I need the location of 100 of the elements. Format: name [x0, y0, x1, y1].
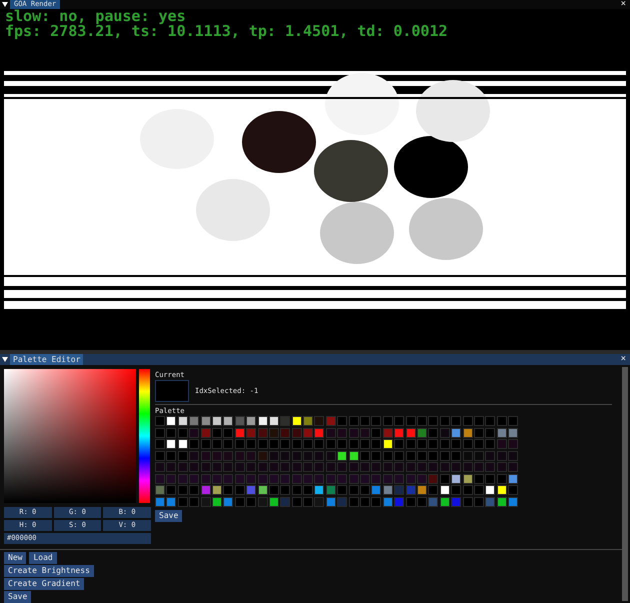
- palette-swatch[interactable]: [440, 474, 450, 484]
- palette-swatch[interactable]: [212, 474, 222, 484]
- palette-swatch[interactable]: [440, 485, 450, 495]
- collapse-icon[interactable]: [2, 2, 8, 7]
- palette-swatch[interactable]: [348, 474, 359, 484]
- button[interactable]: Save: [155, 510, 182, 522]
- palette-swatch[interactable]: [268, 450, 279, 460]
- palette-swatch[interactable]: [326, 439, 336, 449]
- palette-swatch[interactable]: [348, 485, 359, 495]
- palette-swatch[interactable]: [406, 474, 416, 484]
- palette-swatch[interactable]: [189, 439, 200, 449]
- palette-swatch[interactable]: [292, 428, 302, 438]
- palette-swatch[interactable]: [166, 450, 176, 460]
- palette-swatch[interactable]: [440, 462, 450, 472]
- palette-swatch[interactable]: [280, 474, 290, 484]
- palette-swatch[interactable]: [474, 416, 484, 426]
- palette-swatch[interactable]: [200, 462, 211, 472]
- palette-swatch[interactable]: [462, 474, 473, 484]
- palette-swatch[interactable]: [508, 416, 518, 426]
- palette-swatch[interactable]: [406, 462, 416, 472]
- palette-swatch[interactable]: [508, 474, 518, 484]
- palette-swatch[interactable]: [462, 485, 473, 495]
- palette-swatch[interactable]: [258, 462, 268, 472]
- palette-swatch[interactable]: [462, 428, 473, 438]
- palette-swatch[interactable]: [440, 428, 450, 438]
- button[interactable]: New: [4, 552, 26, 564]
- palette-swatch[interactable]: [371, 462, 382, 472]
- button[interactable]: Create Brightness: [4, 565, 94, 577]
- palette-swatch[interactable]: [474, 496, 484, 506]
- palette-swatch[interactable]: [371, 474, 382, 484]
- palette-swatch[interactable]: [178, 416, 188, 426]
- palette-swatch[interactable]: [360, 439, 370, 449]
- palette-swatch[interactable]: [382, 474, 393, 484]
- palette-swatch[interactable]: [268, 462, 279, 472]
- palette-swatch[interactable]: [474, 474, 484, 484]
- palette-swatch[interactable]: [462, 439, 473, 449]
- button[interactable]: Load: [29, 552, 57, 564]
- palette-swatch[interactable]: [360, 485, 370, 495]
- palette-swatch[interactable]: [223, 428, 234, 438]
- palette-swatch[interactable]: [451, 496, 462, 506]
- saturation-value-square[interactable]: [4, 369, 136, 503]
- palette-swatch[interactable]: [303, 496, 314, 506]
- palette-swatch[interactable]: [485, 474, 496, 484]
- palette-swatch[interactable]: [440, 416, 450, 426]
- palette-swatch[interactable]: [496, 496, 507, 506]
- palette-swatch[interactable]: [382, 428, 393, 438]
- palette-swatch[interactable]: [326, 485, 336, 495]
- palette-swatch[interactable]: [212, 462, 222, 472]
- palette-swatch[interactable]: [280, 450, 290, 460]
- palette-swatch[interactable]: [246, 474, 256, 484]
- palette-swatch[interactable]: [246, 428, 256, 438]
- palette-swatch[interactable]: [223, 416, 234, 426]
- palette-swatch[interactable]: [303, 439, 314, 449]
- palette-swatch[interactable]: [382, 496, 393, 506]
- palette-swatch[interactable]: [485, 439, 496, 449]
- palette-swatch[interactable]: [189, 485, 200, 495]
- palette-swatch[interactable]: [406, 416, 416, 426]
- palette-swatch[interactable]: [314, 474, 324, 484]
- palette-swatch[interactable]: [178, 439, 188, 449]
- palette-swatch[interactable]: [292, 496, 302, 506]
- palette-swatch[interactable]: [451, 485, 462, 495]
- palette-swatch[interactable]: [382, 450, 393, 460]
- collapse-icon[interactable]: [2, 357, 8, 362]
- palette-swatch[interactable]: [348, 428, 359, 438]
- palette-swatch[interactable]: [155, 485, 165, 495]
- palette-swatch[interactable]: [258, 428, 268, 438]
- palette-swatch[interactable]: [200, 496, 211, 506]
- palette-swatch[interactable]: [406, 439, 416, 449]
- palette-swatch[interactable]: [337, 462, 348, 472]
- palette-swatch[interactable]: [155, 462, 165, 472]
- palette-swatch[interactable]: [406, 450, 416, 460]
- palette-swatch[interactable]: [280, 496, 290, 506]
- palette-swatch[interactable]: [416, 485, 427, 495]
- palette-swatch[interactable]: [234, 428, 245, 438]
- palette-swatch[interactable]: [189, 450, 200, 460]
- palette-swatch[interactable]: [371, 485, 382, 495]
- palette-swatch[interactable]: [268, 485, 279, 495]
- palette-swatch[interactable]: [508, 428, 518, 438]
- palette-swatch[interactable]: [200, 428, 211, 438]
- palette-swatch[interactable]: [451, 474, 462, 484]
- palette-swatch[interactable]: [462, 496, 473, 506]
- palette-swatch[interactable]: [200, 450, 211, 460]
- palette-swatch[interactable]: [292, 416, 302, 426]
- palette-swatch[interactable]: [189, 428, 200, 438]
- palette-swatch[interactable]: [382, 485, 393, 495]
- palette-swatch[interactable]: [416, 439, 427, 449]
- palette-swatch[interactable]: [155, 474, 165, 484]
- palette-swatch[interactable]: [258, 439, 268, 449]
- palette-swatch[interactable]: [326, 450, 336, 460]
- palette-swatch[interactable]: [166, 462, 176, 472]
- palette-swatch[interactable]: [428, 450, 438, 460]
- palette-swatch[interactable]: [223, 439, 234, 449]
- palette-swatch[interactable]: [212, 428, 222, 438]
- palette-swatch[interactable]: [440, 439, 450, 449]
- palette-swatch[interactable]: [189, 462, 200, 472]
- palette-swatch[interactable]: [178, 428, 188, 438]
- palette-swatch[interactable]: [474, 439, 484, 449]
- palette-swatch[interactable]: [428, 485, 438, 495]
- palette-swatch[interactable]: [166, 439, 176, 449]
- palette-swatch[interactable]: [348, 439, 359, 449]
